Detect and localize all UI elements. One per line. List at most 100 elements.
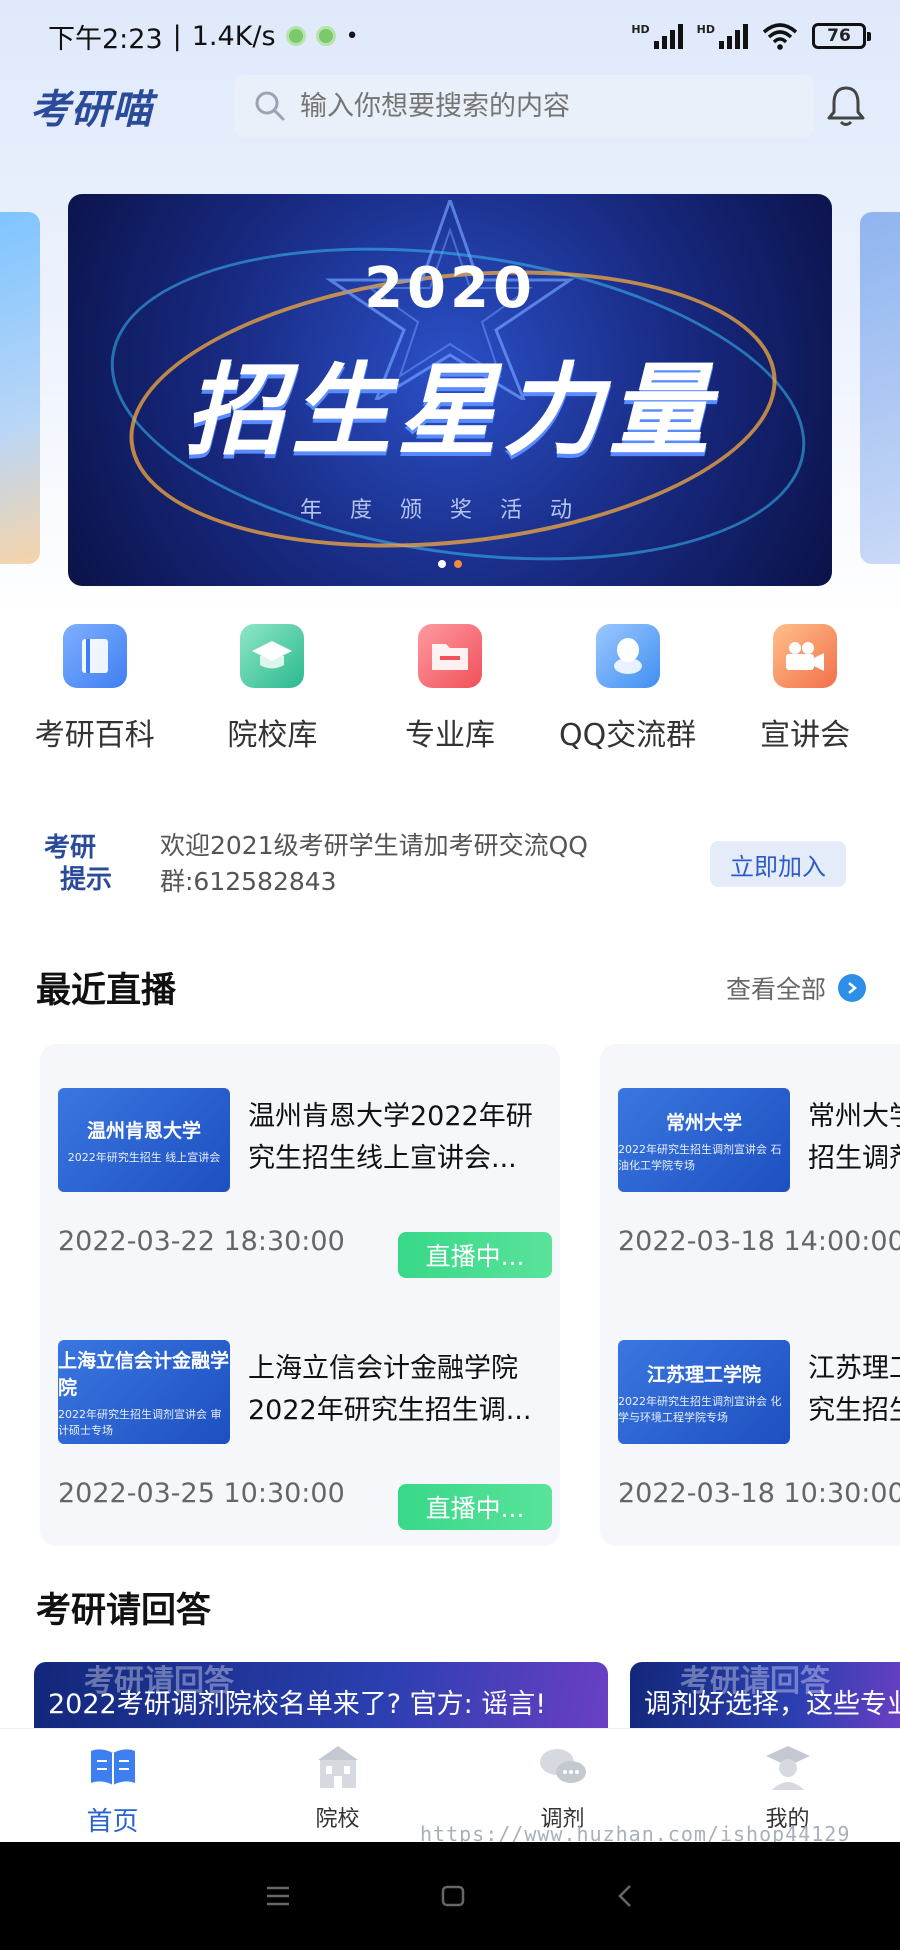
quick-nav-seminar[interactable]: 宣讲会 [717, 624, 893, 774]
menu-icon[interactable] [265, 1885, 291, 1907]
cell-signal-icon: HD [631, 23, 683, 49]
home-square-icon[interactable] [440, 1884, 466, 1908]
thumbnail-title: 江苏理工学院 [646, 1363, 761, 1386]
quick-nav-school-library[interactable]: 院校库 [184, 624, 360, 774]
thumbnail-subtitle: 2022年研究生招生调剂宣讲会 审计硕士专场 [58, 1408, 222, 1437]
live-time: 2022-03-25 10:30:00 [58, 1478, 345, 1509]
qa-card-title: 2022考研调剂院校名单来了? 官方: 谣言! [48, 1689, 547, 1720]
notice-text: 欢迎2021级考研学生请加考研交流QQ 群:612582843 [160, 828, 700, 900]
banner-prev-peek[interactable] [0, 212, 40, 564]
hd-label: HD [696, 23, 715, 36]
notice-text-line: 欢迎2021级考研学生请加考研交流QQ [160, 831, 588, 860]
live-item[interactable]: 常州大学 2022年研究生招生调剂宣讲会 石油化工学院专场 常州大学2022年研… [618, 1088, 900, 1288]
quick-nav-kaoyan-baike[interactable]: 考研百科 [7, 624, 183, 774]
live-title: 江苏理工学院2022年研究生招生 [808, 1353, 900, 1426]
notice-badge-line: 考研 [44, 833, 97, 863]
qa-card-title: 调剂好选择，这些专业 [644, 1689, 900, 1720]
quick-nav-label: 院校库 [227, 718, 318, 753]
system-navigation-bar [0, 1842, 900, 1950]
join-now-button[interactable]: 立即加入 [710, 841, 846, 887]
tab-adjustment[interactable]: 调剂 [473, 1743, 653, 1833]
more-notifications-icon: • [345, 23, 359, 49]
live-item[interactable]: 上海立信会计金融学院 2022年研究生招生调剂宣讲会 审计硕士专场 上海立信会计… [58, 1340, 578, 1540]
hd-label: HD [631, 23, 650, 36]
app-header: 考研喵 [0, 72, 900, 140]
graduation-cap-icon [240, 624, 305, 688]
thumbnail-subtitle: 2022年研究生招生调剂宣讲会 化学与环境工程学院专场 [618, 1394, 782, 1424]
app-notification-icon [285, 26, 306, 46]
quick-nav-label: 专业库 [404, 718, 495, 753]
live-thumbnail: 江苏理工学院 2022年研究生招生调剂宣讲会 化学与环境工程学院专场 [618, 1340, 790, 1444]
notice-badge-line: 提示 [60, 865, 113, 895]
battery-icon: 76 [812, 23, 871, 49]
live-now-badge[interactable]: 直播中... [398, 1232, 552, 1278]
bell-icon [827, 86, 865, 126]
tab-schools[interactable]: 院校 [248, 1743, 428, 1833]
live-title: 温州肯恩大学2022年研究生招生线上宣讲会... [248, 1101, 533, 1174]
live-thumbnail: 上海立信会计金融学院 2022年研究生招生调剂宣讲会 审计硕士专场 [58, 1340, 230, 1444]
book-icon [62, 624, 127, 688]
banner-next-peek[interactable] [860, 212, 900, 564]
notice-bar[interactable]: 考研 提示 欢迎2021级考研学生请加考研交流QQ 群:612582843 立即… [24, 812, 876, 916]
live-section-header: 最近直播 查看全部 [36, 962, 866, 1013]
quick-nav-qq-group[interactable]: QQ交流群 [540, 624, 716, 774]
live-time: 2022-03-22 18:30:00 [58, 1226, 345, 1257]
notification-bell-button[interactable] [822, 82, 870, 130]
quick-nav: 考研百科 院校库 专业库 QQ交流群 宣讲会 [0, 624, 900, 774]
status-separator: | [172, 20, 182, 52]
tab-label: 首页 [86, 1807, 139, 1837]
see-all-label: 查看全部 [725, 974, 826, 1004]
search-bar[interactable] [234, 75, 814, 137]
home-book-icon [87, 1743, 139, 1791]
thumbnail-subtitle: 2022年研究生招生调剂宣讲会 石油化工学院专场 [618, 1142, 782, 1172]
live-time: 2022-03-18 10:30:00 [618, 1478, 900, 1509]
live-time: 2022-03-18 14:00:00 [618, 1226, 900, 1257]
status-bar: 下午2:23 | 1.4K/s • HD HD 76 [0, 0, 900, 72]
quick-nav-major-library[interactable]: 专业库 [362, 624, 538, 774]
live-now-badge[interactable]: 直播中... [398, 1484, 552, 1530]
live-card: 温州肯恩大学 2022年研究生招生 线上宣讲会 温州肯恩大学2022年研究生招生… [40, 1044, 560, 1546]
tab-profile[interactable]: 我的 [698, 1743, 878, 1833]
carousel-dot-active[interactable] [454, 560, 462, 568]
status-left: 下午2:23 | 1.4K/s • [48, 17, 359, 56]
back-icon[interactable] [615, 1883, 635, 1909]
app-logo: 考研喵 [30, 87, 153, 133]
notice-badge: 考研 提示 [24, 832, 134, 896]
cell-signal-icon: HD [697, 23, 748, 49]
carousel-dot[interactable] [438, 560, 446, 568]
live-card: 常州大学 2022年研究生招生调剂宣讲会 石油化工学院专场 常州大学2022年研… [600, 1044, 900, 1546]
search-input[interactable] [300, 90, 780, 122]
quick-nav-label: QQ交流群 [558, 718, 697, 753]
folder-icon [417, 624, 482, 688]
qq-penguin-icon [595, 624, 660, 688]
tab-home[interactable]: 首页 [23, 1743, 203, 1838]
chat-bubbles-icon [537, 1743, 589, 1791]
live-item[interactable]: 温州肯恩大学 2022年研究生招生 线上宣讲会 温州肯恩大学2022年研究生招生… [58, 1088, 578, 1288]
notice-text-line: 群:612582843 [160, 867, 337, 896]
live-thumbnail: 温州肯恩大学 2022年研究生招生 线上宣讲会 [58, 1088, 230, 1192]
carousel-dots [68, 560, 832, 568]
banner-slide[interactable]: 2020 招生星力量 年度颁奖活动 [68, 194, 832, 586]
banner-year: 2020 [364, 256, 536, 321]
live-thumbnail: 常州大学 2022年研究生招生调剂宣讲会 石油化工学院专场 [618, 1088, 790, 1192]
profile-graduate-icon [762, 1743, 814, 1791]
qa-section-header: 考研请回答 [36, 1582, 866, 1633]
see-all-link[interactable]: 查看全部 [726, 970, 866, 1006]
tab-label: 院校 [315, 1807, 360, 1832]
thumbnail-subtitle: 2022年研究生招生 线上宣讲会 [67, 1150, 221, 1164]
qa-section-title: 考研请回答 [36, 1591, 212, 1631]
live-item[interactable]: 江苏理工学院 2022年研究生招生调剂宣讲会 化学与环境工程学院专场 江苏理工学… [618, 1340, 900, 1540]
quick-nav-label: 宣讲会 [760, 718, 851, 753]
live-title: 上海立信会计金融学院2022年研究生招生调... [248, 1353, 532, 1426]
banner-carousel[interactable]: 2020 招生星力量 年度颁奖活动 [0, 194, 900, 586]
live-section-title: 最近直播 [36, 971, 177, 1011]
video-camera-icon [773, 624, 838, 688]
status-time: 下午2:23 [48, 23, 163, 55]
network-speed: 1.4K/s [191, 20, 276, 52]
thumbnail-title: 温州肯恩大学 [86, 1119, 201, 1142]
app-notification-icon [315, 26, 336, 46]
status-right: HD HD 76 [631, 22, 871, 50]
banner-title: 招生星力量 [185, 352, 715, 469]
school-building-icon [312, 1743, 364, 1791]
banner-subtitle: 年度颁奖活动 [299, 498, 600, 523]
